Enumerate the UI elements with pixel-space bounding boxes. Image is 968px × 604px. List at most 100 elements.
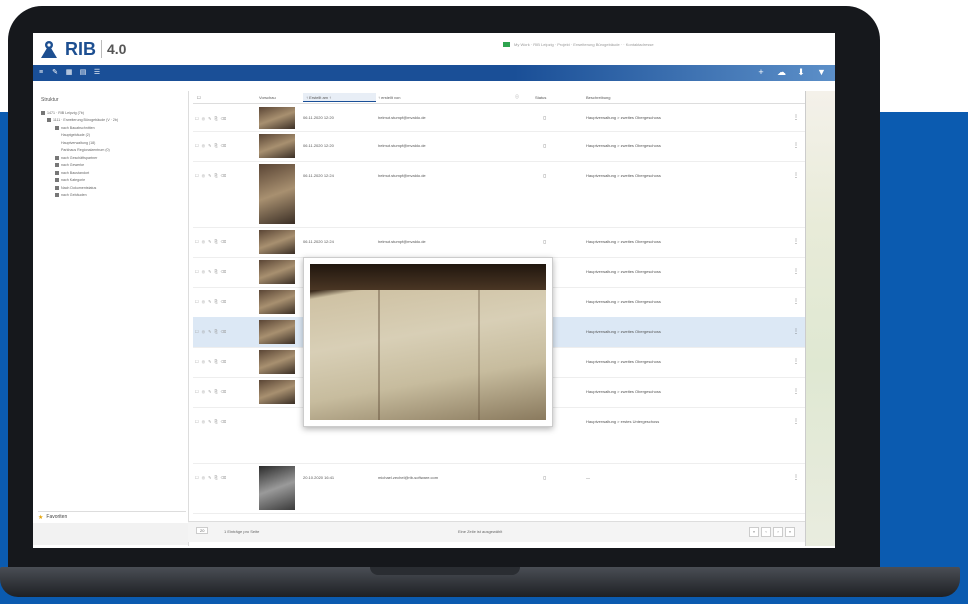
photo-thumbnail[interactable] bbox=[259, 164, 295, 224]
copy-icon[interactable]: ⎘ bbox=[214, 419, 217, 424]
more-options-icon[interactable]: ⋮ bbox=[793, 238, 799, 245]
table-row[interactable]: ☐ ◎ ✎ ⎘ ⌫ 06.11.2020 12:20 helmut.stumpf@mva… bbox=[193, 131, 805, 162]
photo-thumbnail[interactable] bbox=[259, 320, 295, 344]
row-checkbox[interactable]: ☐ bbox=[195, 173, 199, 178]
edit-icon[interactable]: ✎ bbox=[208, 269, 211, 274]
map-panel[interactable] bbox=[805, 91, 835, 546]
photo-thumbnail[interactable] bbox=[259, 134, 295, 158]
more-options-icon[interactable]: ⋮ bbox=[793, 418, 799, 425]
table-row[interactable]: ☐ ◎ ✎ ⎘ ⌫ 06.11.2020 12:24 helmut.stumpf@mva… bbox=[193, 161, 805, 228]
copy-icon[interactable]: ⎘ bbox=[214, 239, 217, 244]
table-row[interactable]: ☐ ◎ ✎ ⎘ ⌫ 06.11.2020 12:24 helmut.stumpf@mva… bbox=[193, 227, 805, 258]
edit-icon[interactable]: ✎ bbox=[208, 329, 211, 334]
delete-icon[interactable]: ⌫ bbox=[221, 173, 227, 178]
last-page-button[interactable]: » bbox=[785, 527, 795, 537]
photo-preview-popup[interactable] bbox=[303, 257, 553, 427]
copy-icon[interactable]: ⎘ bbox=[214, 389, 217, 394]
more-options-icon[interactable]: ⋮ bbox=[793, 298, 799, 305]
more-options-icon[interactable]: ⋮ bbox=[793, 328, 799, 335]
row-checkbox[interactable]: ☐ bbox=[195, 389, 199, 394]
more-options-icon[interactable]: ⋮ bbox=[793, 142, 799, 149]
photo-thumbnail[interactable] bbox=[259, 380, 295, 404]
tree-item[interactable]: nach Gewerke bbox=[41, 162, 186, 170]
filter-icon[interactable]: ▼ bbox=[817, 68, 826, 77]
tree-item[interactable]: nach Gebäuden bbox=[41, 192, 186, 200]
delete-icon[interactable]: ⌫ bbox=[221, 329, 227, 334]
delete-icon[interactable]: ⌫ bbox=[221, 389, 227, 394]
document-icon[interactable]: ▤ bbox=[79, 69, 87, 77]
delete-icon[interactable]: ⌫ bbox=[221, 239, 227, 244]
select-all-checkbox[interactable]: ☐ bbox=[197, 93, 201, 101]
column-header-status[interactable]: Status bbox=[535, 93, 546, 101]
edit-icon[interactable]: ✎ bbox=[208, 475, 211, 480]
tree-item[interactable]: nach Baustandort bbox=[41, 169, 186, 177]
photo-thumbnail[interactable] bbox=[259, 260, 295, 284]
tree-item[interactable]: 1471 · RIB Leipzig (7b) bbox=[41, 109, 186, 117]
edit-icon[interactable]: ✎ bbox=[208, 143, 211, 148]
tree-item[interactable]: Hauptgebäude (2) bbox=[41, 132, 186, 140]
photo-thumbnail[interactable] bbox=[259, 290, 295, 314]
photo-thumbnail[interactable] bbox=[259, 466, 295, 510]
prev-page-button[interactable]: ‹ bbox=[761, 527, 771, 537]
more-options-icon[interactable]: ⋮ bbox=[793, 268, 799, 275]
copy-icon[interactable]: ⎘ bbox=[214, 475, 217, 480]
photo-thumbnail[interactable] bbox=[259, 230, 295, 254]
copy-icon[interactable]: ⎘ bbox=[214, 359, 217, 364]
edit-icon[interactable]: ✎ bbox=[208, 389, 211, 394]
copy-icon[interactable]: ⎘ bbox=[214, 329, 217, 334]
view-icon[interactable]: ◎ bbox=[202, 143, 206, 148]
header-context-text[interactable]: My Work · RIB Leipzig · Projekt · Erweit… bbox=[514, 42, 654, 47]
row-checkbox[interactable]: ☐ bbox=[195, 299, 199, 304]
delete-icon[interactable]: ⌫ bbox=[221, 419, 227, 424]
edit-icon[interactable]: ✎ bbox=[208, 419, 211, 424]
row-checkbox[interactable]: ☐ bbox=[195, 359, 199, 364]
view-icon[interactable]: ◎ bbox=[202, 239, 206, 244]
copy-icon[interactable]: ⎘ bbox=[214, 299, 217, 304]
delete-icon[interactable]: ⌫ bbox=[221, 116, 227, 121]
view-icon[interactable]: ◎ bbox=[202, 359, 206, 364]
edit-icon[interactable]: ✎ bbox=[208, 359, 211, 364]
copy-icon[interactable]: ⎘ bbox=[214, 116, 217, 121]
wrench-icon[interactable]: ✎ bbox=[51, 69, 59, 77]
delete-icon[interactable]: ⌫ bbox=[221, 475, 227, 480]
first-page-button[interactable]: « bbox=[749, 527, 759, 537]
table-row[interactable]: ☐ ◎ ✎ ⎘ ⌫ 20.10.2020 16:41 michael.zechel@ri… bbox=[193, 463, 805, 514]
menu-icon[interactable]: ≡ bbox=[37, 69, 45, 77]
list-icon[interactable]: ☰ bbox=[93, 69, 101, 77]
view-icon[interactable]: ◎ bbox=[202, 475, 206, 480]
tree-item[interactable]: Hauptverwaltung (18) bbox=[41, 139, 186, 147]
tree-item[interactable]: Parkhaus Regionalzentrum (0) bbox=[41, 147, 186, 155]
copy-icon[interactable]: ⎘ bbox=[214, 143, 217, 148]
column-header-preview[interactable]: Vorschau bbox=[259, 93, 276, 101]
edit-icon[interactable]: ✎ bbox=[208, 116, 211, 121]
edit-icon[interactable]: ✎ bbox=[208, 299, 211, 304]
photo-thumbnail[interactable] bbox=[259, 107, 295, 129]
copy-icon[interactable]: ⎘ bbox=[214, 269, 217, 274]
view-icon[interactable]: ◎ bbox=[202, 299, 206, 304]
view-icon[interactable]: ◎ bbox=[202, 269, 206, 274]
info-icon[interactable]: ⓘ bbox=[515, 93, 519, 101]
tree-item[interactable]: nach Geschäftspartner bbox=[41, 154, 186, 162]
cloud-upload-icon[interactable]: ☁ bbox=[777, 68, 786, 77]
row-checkbox[interactable]: ☐ bbox=[195, 239, 199, 244]
edit-icon[interactable]: ✎ bbox=[208, 239, 211, 244]
delete-icon[interactable]: ⌫ bbox=[221, 359, 227, 364]
more-options-icon[interactable]: ⋮ bbox=[793, 358, 799, 365]
more-options-icon[interactable]: ⋮ bbox=[793, 114, 799, 121]
row-checkbox[interactable]: ☐ bbox=[195, 116, 199, 121]
column-header-created-by[interactable]: ↑ erstellt von bbox=[378, 93, 400, 101]
delete-icon[interactable]: ⌫ bbox=[221, 143, 227, 148]
page-size-select[interactable]: 20 bbox=[196, 527, 209, 534]
tree-item[interactable]: nach Bauabschnitten bbox=[41, 124, 186, 132]
grid-icon[interactable]: ▦ bbox=[65, 69, 73, 77]
tree-item[interactable]: nach Kategorie bbox=[41, 177, 186, 185]
row-checkbox[interactable]: ☐ bbox=[195, 475, 199, 480]
row-checkbox[interactable]: ☐ bbox=[195, 329, 199, 334]
row-checkbox[interactable]: ☐ bbox=[195, 269, 199, 274]
view-icon[interactable]: ◎ bbox=[202, 419, 206, 424]
favorites-section[interactable]: ★ Favoriten bbox=[38, 511, 186, 522]
more-options-icon[interactable]: ⋮ bbox=[793, 388, 799, 395]
table-row[interactable]: ☐ ◎ ✎ ⎘ ⌫ 06.11.2020 12:20 helmut.stumpf@mva… bbox=[193, 105, 805, 132]
rib-logo[interactable]: RIB 4.0 bbox=[38, 36, 126, 62]
copy-icon[interactable]: ⎘ bbox=[214, 173, 217, 178]
